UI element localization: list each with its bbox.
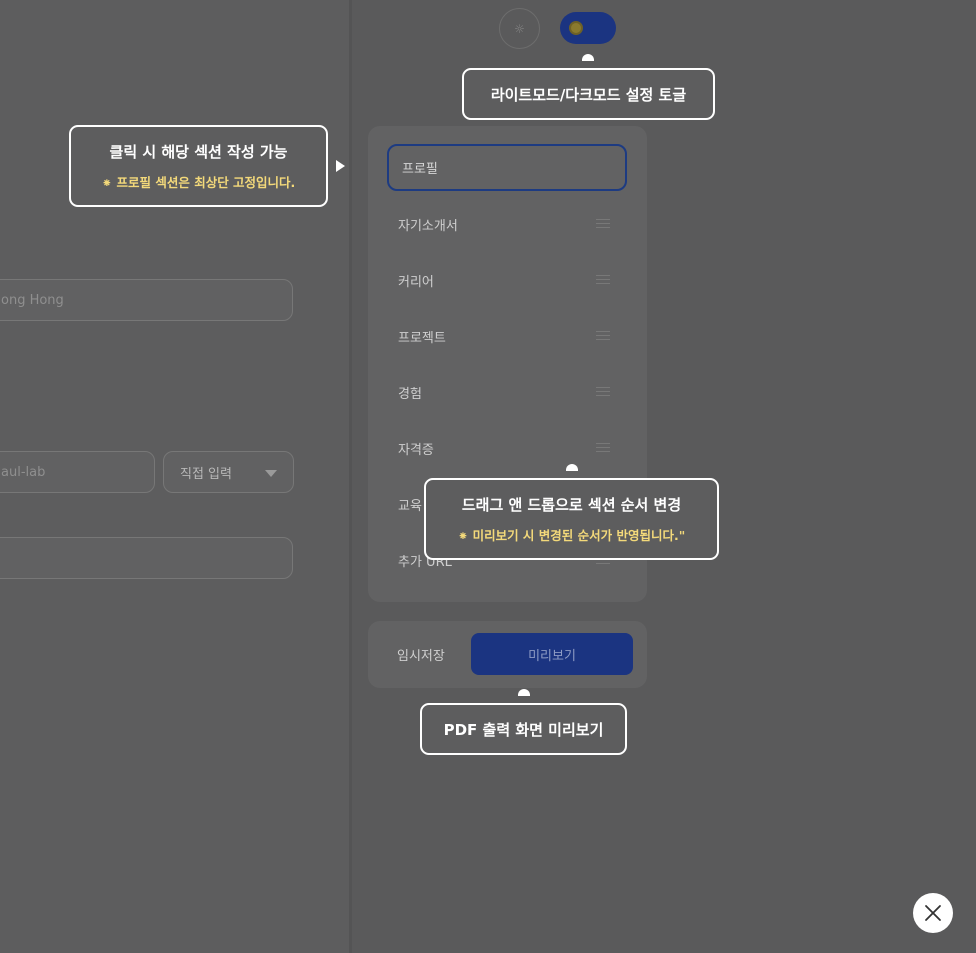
github-input-value: aul-lab	[1, 464, 46, 480]
sun-icon: ☼	[499, 8, 540, 49]
drag-handle-icon[interactable]	[596, 275, 610, 284]
section-click-tooltip: 클릭 시 해당 섹션 작성 가능 ⁕ 프로필 섹션은 최상단 고정입니다.	[69, 125, 328, 207]
tooltip-pointer	[518, 689, 530, 696]
dark-mode-toggle[interactable]	[560, 12, 616, 44]
location-input[interactable]: ong Hong	[0, 279, 293, 321]
drag-tooltip-note: ⁕ 미리보기 시 변경된 순서가 반영됩니다."	[457, 528, 686, 543]
section-item-profile-label: 프로필	[402, 162, 438, 177]
drag-drop-tooltip: 드래그 앤 드롭으로 섹션 순서 변경 ⁕ 미리보기 시 변경된 순서가 반영됩…	[424, 478, 719, 560]
preview-tooltip: PDF 출력 화면 미리보기	[420, 703, 627, 755]
section-item-career[interactable]: 커리어	[398, 271, 434, 290]
close-tour-button[interactable]	[913, 893, 953, 933]
section-tooltip-title: 클릭 시 해당 섹션 작성 가능	[109, 143, 288, 161]
preview-tooltip-text: PDF 출력 화면 미리보기	[443, 720, 604, 739]
section-item-certificates[interactable]: 자격증	[398, 439, 434, 458]
drag-tooltip-title: 드래그 앤 드롭으로 섹션 순서 변경	[461, 496, 682, 514]
link-type-select[interactable]: 직접 입력	[163, 451, 294, 493]
tooltip-pointer	[566, 464, 578, 471]
toggle-knob	[569, 21, 583, 35]
toggle-tooltip: 라이트모드/다크모드 설정 토글	[462, 68, 715, 120]
link-type-select-value: 직접 입력	[180, 466, 232, 482]
section-item-cover-letter[interactable]: 자기소개서	[398, 215, 458, 234]
close-icon	[925, 905, 941, 921]
preview-button[interactable]: 미리보기	[471, 633, 633, 675]
drag-handle-icon[interactable]	[596, 219, 610, 228]
section-item-profile[interactable]: 프로필	[387, 144, 627, 191]
section-item-projects[interactable]: 프로젝트	[398, 327, 446, 346]
extra-input[interactable]	[0, 537, 293, 579]
drag-handle-icon[interactable]	[596, 331, 610, 340]
drag-handle-icon[interactable]	[596, 443, 610, 452]
tooltip-pointer	[582, 54, 594, 61]
section-item-education[interactable]: 교육	[398, 495, 422, 514]
location-input-value: ong Hong	[1, 292, 64, 308]
drag-handle-icon[interactable]	[596, 387, 610, 396]
preview-button-label: 미리보기	[528, 648, 576, 664]
toggle-tooltip-text: 라이트모드/다크모드 설정 토글	[490, 85, 687, 104]
caret-down-icon	[265, 470, 277, 477]
github-input[interactable]: aul-lab	[0, 451, 155, 493]
tooltip-pointer	[336, 160, 345, 172]
temp-save-button[interactable]: 임시저장	[397, 645, 445, 664]
section-item-experience[interactable]: 경험	[398, 383, 422, 402]
section-tooltip-note: ⁕ 프로필 섹션은 최상단 고정입니다.	[101, 175, 296, 190]
